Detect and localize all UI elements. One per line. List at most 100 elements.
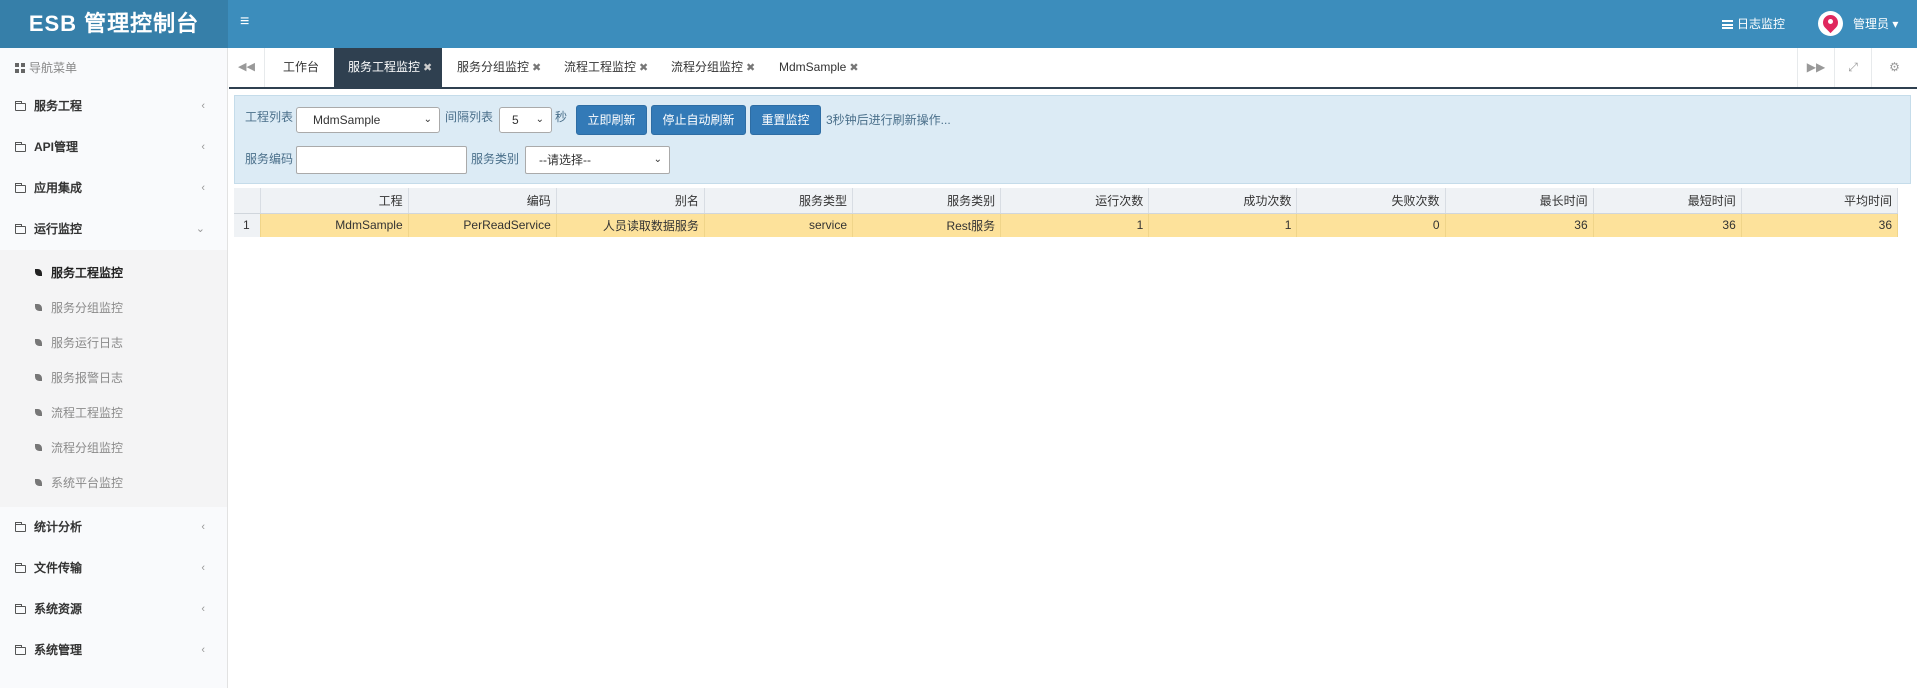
chevron-down-icon: ⌄ [653, 154, 662, 165]
chevron-left-icon: ‹ [201, 644, 205, 656]
sidebar-item-file-transfer[interactable]: 文件传输 ‹ [0, 548, 227, 589]
column-header[interactable]: 别名 [556, 188, 705, 214]
leaf-icon [34, 374, 43, 383]
stop-auto-refresh-button[interactable]: 停止自动刷新 [651, 105, 746, 135]
leaf-icon [34, 304, 43, 313]
column-header[interactable]: 服务类别 [852, 188, 1002, 214]
sidebar-item-system-resources[interactable]: 系统资源 ‹ [0, 589, 227, 630]
sidebar-item-label: 系统资源 [34, 602, 83, 616]
leaf-icon [34, 339, 43, 348]
service-code-input[interactable] [296, 146, 467, 174]
interval-select-value: 5 [512, 113, 519, 127]
table-cell: MdmSample [260, 213, 409, 237]
tab-workbench[interactable]: 工作台 [283, 48, 319, 87]
service-category-select[interactable]: --请选择-- ⌄ [525, 146, 670, 174]
monitor-toolbar: 工程列表 MdmSample ⌄ 间隔列表 5 ⌄ 秒 立即刷新 停止自动刷新 重置… [234, 95, 1911, 184]
tab-process-project-monitor[interactable]: 流程工程监控 ✖ [564, 48, 648, 87]
folder-icon [15, 645, 26, 655]
tabs-scroll-left-icon[interactable]: ◀◀ [229, 48, 265, 87]
sidebar-item-runtime-monitor[interactable]: 运行监控 ⌄ [0, 209, 227, 250]
service-monitor-grid: 工程 编码 别名 服务类型 服务类别 运行次数 成功次数 失败次数 最长时间 最… [234, 188, 1899, 237]
nav-header-label: 导航菜单 [29, 61, 78, 75]
column-header[interactable]: 运行次数 [1000, 188, 1150, 214]
close-icon[interactable]: ✖ [746, 62, 755, 74]
chevron-left-icon: ‹ [201, 603, 205, 615]
app-brand[interactable]: ESB 管理控制台 [0, 0, 228, 48]
menu-toggle-icon[interactable]: ≡ [240, 12, 249, 32]
fullscreen-icon[interactable]: ⤢ [1834, 48, 1871, 87]
sidebar-subitem-label: 服务分组监控 [51, 301, 124, 315]
close-icon[interactable]: ✖ [423, 62, 432, 74]
sidebar-subitem-service-project-monitor[interactable]: 服务工程监控 [0, 256, 227, 291]
project-list-label: 工程列表 [245, 110, 294, 124]
sidebar-item-service-project[interactable]: 服务工程 ‹ [0, 86, 227, 127]
project-select[interactable]: MdmSample ⌄ [296, 107, 440, 133]
sidebar-subitem-service-alarm-log[interactable]: 服务报警日志 [0, 361, 227, 396]
sidebar-item-system-management[interactable]: 系统管理 ‹ [0, 630, 227, 671]
tab-label: 流程分组监控 [671, 60, 744, 74]
sidebar-item-app-integration[interactable]: 应用集成 ‹ [0, 168, 227, 209]
sidebar-subitem-process-project-monitor[interactable]: 流程工程监控 [0, 396, 227, 431]
tab-mdmsample[interactable]: MdmSample ✖ [779, 48, 859, 87]
column-header[interactable]: 平均时间 [1741, 188, 1899, 214]
close-icon[interactable]: ✖ [849, 62, 858, 74]
table-cell: 0 [1296, 213, 1446, 237]
column-header[interactable]: 编码 [408, 188, 557, 214]
chevron-down-icon: ⌄ [535, 114, 544, 125]
log-monitor-label: 日志监控 [1737, 17, 1786, 31]
close-icon[interactable]: ✖ [639, 62, 648, 74]
sidebar-subitem-service-group-monitor[interactable]: 服务分组监控 [0, 291, 227, 326]
column-header[interactable]: 服务类型 [704, 188, 854, 214]
interval-select[interactable]: 5 ⌄ [499, 107, 552, 133]
table-cell: service [704, 213, 854, 237]
table-cell: 36 [1741, 213, 1899, 237]
sidebar-subitem-label: 服务报警日志 [51, 371, 124, 385]
table-row[interactable]: 1 MdmSample PerReadService 人员读取数据服务 serv… [234, 213, 1899, 237]
sidebar-item-api-management[interactable]: API管理 ‹ [0, 127, 227, 168]
sidebar-subitem-label: 流程工程监控 [51, 406, 124, 420]
table-cell: 人员读取数据服务 [556, 213, 705, 237]
column-header[interactable]: 最长时间 [1445, 188, 1594, 214]
folder-icon [15, 224, 26, 234]
project-select-value: MdmSample [313, 113, 381, 127]
leaf-icon [34, 409, 43, 418]
column-header[interactable]: 最短时间 [1593, 188, 1742, 214]
sidebar-item-statistics[interactable]: 统计分析 ‹ [0, 507, 227, 548]
sidebar-subitem-label: 流程分组监控 [51, 441, 124, 455]
folder-icon [15, 183, 26, 193]
gear-icon[interactable]: ⚙ [1871, 48, 1917, 87]
sidebar-item-label: 运行监控 [34, 222, 83, 236]
folder-icon [15, 142, 26, 152]
tab-service-group-monitor[interactable]: 服务分组监控 ✖ [457, 48, 541, 87]
top-navbar: ESB 管理控制台 ≡ 日志监控 管理员 ▾ [0, 0, 1917, 48]
data-table: 工程 编码 别名 服务类型 服务类别 运行次数 成功次数 失败次数 最长时间 最… [234, 188, 1899, 237]
sidebar-item-label: 统计分析 [34, 520, 83, 534]
column-header[interactable]: 成功次数 [1148, 188, 1298, 214]
user-menu[interactable]: 管理员 ▾ [1853, 15, 1898, 33]
table-header-row: 工程 编码 别名 服务类型 服务类别 运行次数 成功次数 失败次数 最长时间 最… [234, 188, 1899, 214]
sidebar-subitem-platform-monitor[interactable]: 系统平台监控 [0, 466, 227, 501]
tabs-scroll-right-icon[interactable]: ▶▶ [1797, 48, 1834, 87]
tab-label: 服务分组监控 [457, 60, 530, 74]
table-cell: PerReadService [408, 213, 557, 237]
chevron-down-icon: ⌄ [195, 223, 205, 235]
folder-icon [15, 101, 26, 111]
refresh-countdown-text: 3秒钟后进行刷新操作... [826, 113, 951, 127]
close-icon[interactable]: ✖ [532, 62, 541, 74]
user-avatar-icon[interactable] [1818, 11, 1843, 36]
sidebar-item-label: 文件传输 [34, 561, 83, 575]
tab-label: 流程工程监控 [564, 60, 637, 74]
table-cell: 36 [1445, 213, 1594, 237]
chevron-left-icon: ‹ [201, 182, 205, 194]
leaf-icon [34, 479, 43, 488]
sidebar-subitem-service-run-log[interactable]: 服务运行日志 [0, 326, 227, 361]
tab-service-project-monitor[interactable]: 服务工程监控 ✖ [334, 48, 443, 87]
column-header[interactable]: 工程 [260, 188, 409, 214]
column-header[interactable]: 失败次数 [1296, 188, 1446, 214]
folder-icon [15, 522, 26, 532]
log-monitor-link[interactable]: 日志监控 [1722, 15, 1785, 33]
refresh-now-button[interactable]: 立即刷新 [576, 105, 647, 135]
sidebar-subitem-process-group-monitor[interactable]: 流程分组监控 [0, 431, 227, 466]
reset-monitor-button[interactable]: 重置监控 [750, 105, 821, 135]
tab-process-group-monitor[interactable]: 流程分组监控 ✖ [671, 48, 755, 87]
